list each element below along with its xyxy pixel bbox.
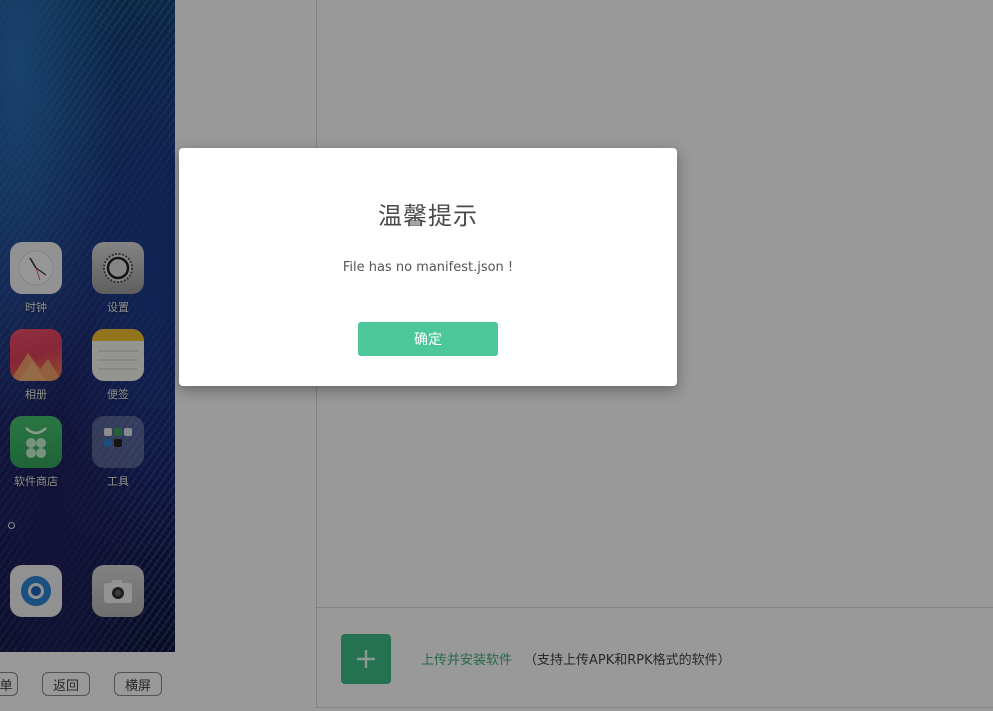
- confirm-button[interactable]: 确定: [358, 322, 498, 356]
- alert-dialog: 温馨提示 File has no manifest.json ! 确定: [179, 148, 677, 386]
- dialog-title: 温馨提示: [378, 202, 478, 230]
- dialog-message: File has no manifest.json !: [342, 260, 514, 275]
